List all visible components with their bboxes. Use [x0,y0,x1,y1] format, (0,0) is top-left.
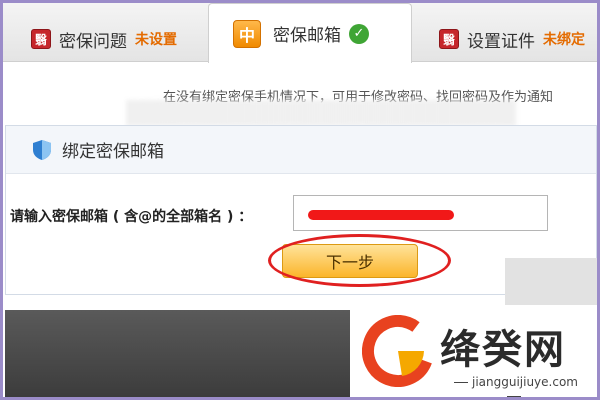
next-step-button[interactable]: 下一步 [282,244,418,278]
tab-security-question[interactable]: 翳 密保问题 未设置 [31,17,177,61]
gray-block [505,258,597,306]
tab-label: 密保问题 [59,31,127,52]
tab-set-id[interactable]: 翳 设置证件 未绑定 [439,17,585,61]
status-badge: 未绑定 [543,32,585,48]
panel-title: 绑定密保邮箱 [62,142,164,162]
tab-label: 密保邮箱 [273,26,341,46]
watermark-logo: 绛癸网 jiangguijiuye.com [352,305,597,397]
seal-icon: 翳 [439,29,459,49]
mailbox-icon: 中 [233,19,261,48]
logo-url-text: jiangguijiuye.com [444,375,584,400]
tab-security-email[interactable]: 中 密保邮箱 ✓ [208,3,412,63]
blurred-region [126,100,516,126]
dark-block [5,310,350,397]
check-icon: ✓ [349,23,369,44]
panel-header: 绑定密保邮箱 [6,126,596,174]
seal-icon: 翳 [31,29,51,49]
shield-icon [32,139,52,161]
logo-brand-text: 绛癸网 [440,327,566,373]
tab-label: 设置证件 [467,31,535,52]
logo-icon [362,315,434,387]
status-badge: 未设置 [135,32,177,48]
email-field-label: 请输入密保邮箱 ( 含@的全部箱名 ) ： [10,209,253,225]
email-field[interactable] [293,195,548,231]
